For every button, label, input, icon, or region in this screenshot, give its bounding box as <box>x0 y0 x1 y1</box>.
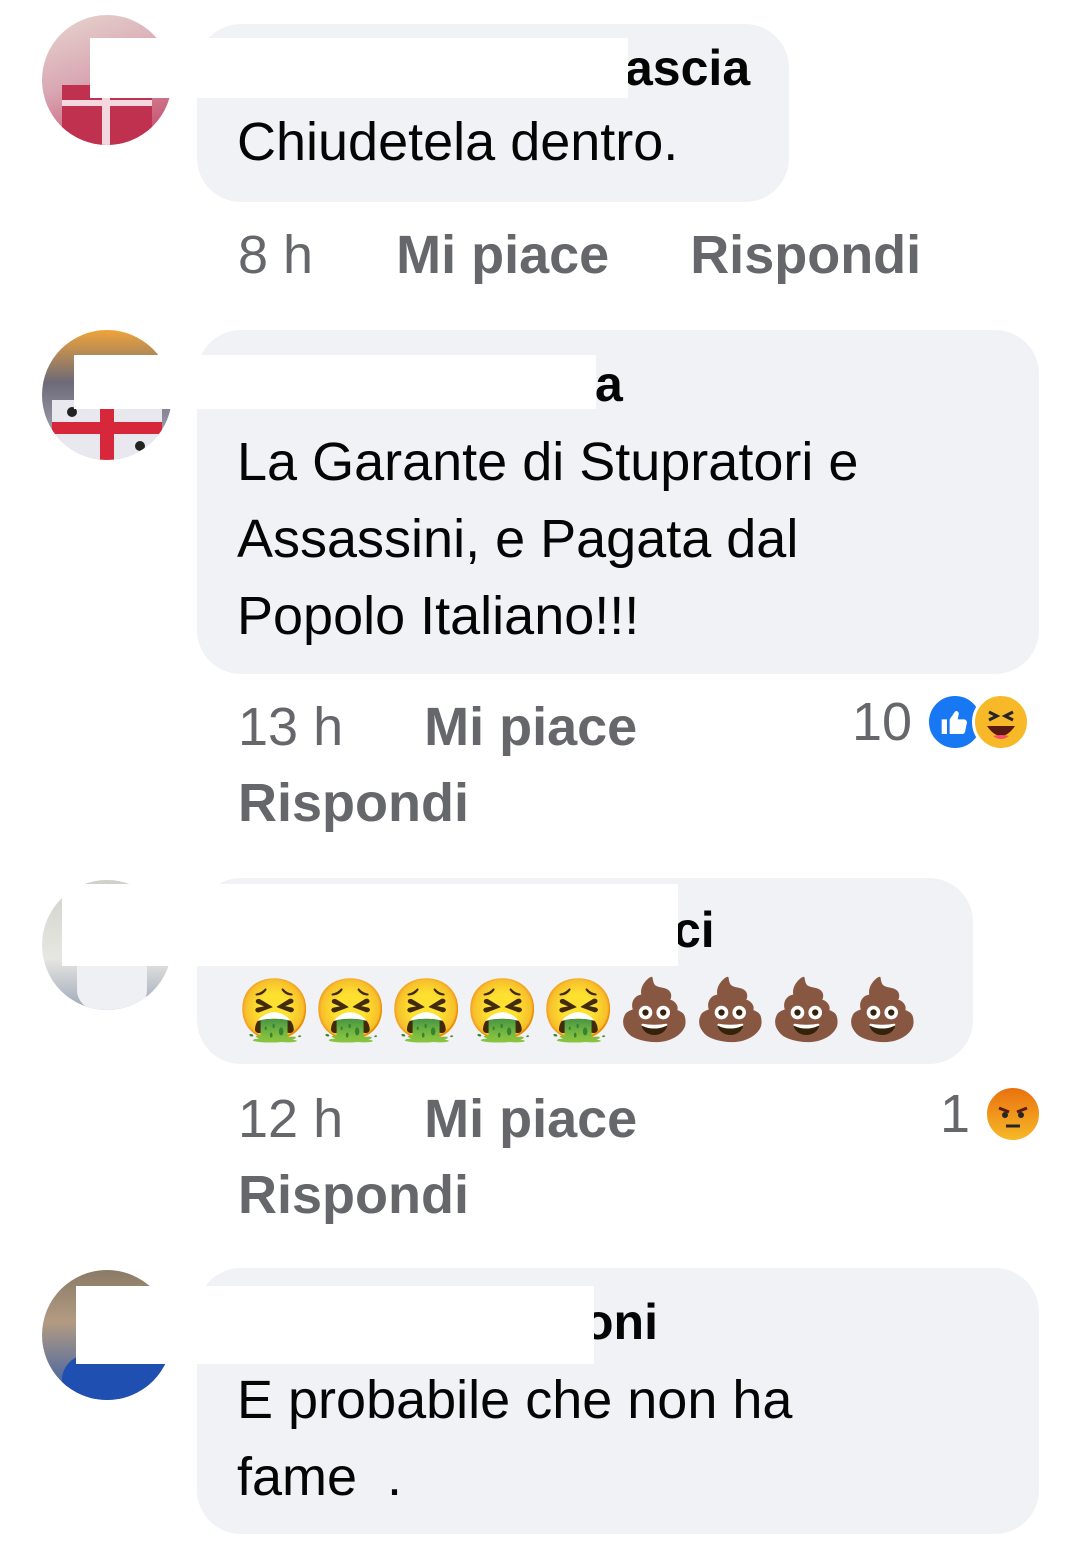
comment-text-line: Assassini, e Pagata dal <box>237 509 799 569</box>
poop-emoji: 💩 <box>693 975 768 1045</box>
reactions-summary[interactable]: 1 <box>940 1082 1043 1146</box>
reaction-count: 1 <box>940 1084 971 1144</box>
nauseated-face-emoji: 🤮 <box>237 975 312 1045</box>
nauseated-face-emoji: 🤮 <box>389 975 464 1045</box>
timestamp[interactable]: 12 h <box>238 1089 343 1149</box>
redacted-name <box>76 1286 594 1364</box>
comment-text-line: fame . <box>237 1447 403 1507</box>
poop-emoji: 💩 <box>845 975 920 1045</box>
timestamp[interactable]: 8 h <box>238 225 313 285</box>
reply-button[interactable]: Rispondi <box>238 1164 469 1226</box>
reactions-summary[interactable]: 10 <box>852 690 1031 754</box>
author-name[interactable]: oni <box>583 1294 658 1350</box>
comment-text-line: La Garante di Stupratori e <box>237 432 859 492</box>
comment-text-line: Popolo Italiano!!! <box>237 586 640 646</box>
poop-emoji: 💩 <box>617 975 692 1045</box>
reply-button[interactable]: Rispondi <box>238 772 469 834</box>
author-name[interactable]: a <box>595 356 623 412</box>
angry-icon <box>984 1085 1043 1143</box>
comment-meta: 8 h Mi piace Rispondi <box>238 224 921 286</box>
emoji-content: 🤮 🤮 🤮 🤮 🤮 💩 💩 💩 💩 <box>237 970 920 1050</box>
reply-button[interactable]: Rispondi <box>690 225 921 285</box>
author-name[interactable]: ascia <box>625 40 750 96</box>
comment-meta: 13 h Mi piace <box>238 696 637 758</box>
poop-emoji: 💩 <box>769 975 844 1045</box>
comment-text-line: E probabile che non ha <box>237 1370 793 1430</box>
comment-text: Chiudetela dentro. <box>237 112 679 172</box>
nauseated-face-emoji: 🤮 <box>313 975 388 1045</box>
author-name[interactable]: ci <box>673 902 715 958</box>
like-button[interactable]: Mi piace <box>424 1089 637 1149</box>
nauseated-face-emoji: 🤮 <box>541 975 616 1045</box>
haha-icon <box>972 693 1031 751</box>
reaction-count: 10 <box>852 692 913 752</box>
redacted-name <box>74 355 596 409</box>
nauseated-face-emoji: 🤮 <box>465 975 540 1045</box>
timestamp[interactable]: 13 h <box>238 697 343 757</box>
like-button[interactable]: Mi piace <box>396 225 609 285</box>
like-button[interactable]: Mi piace <box>424 697 637 757</box>
redacted-name <box>62 884 678 966</box>
comment-meta: 12 h Mi piace <box>238 1088 637 1150</box>
redacted-name <box>90 38 628 98</box>
